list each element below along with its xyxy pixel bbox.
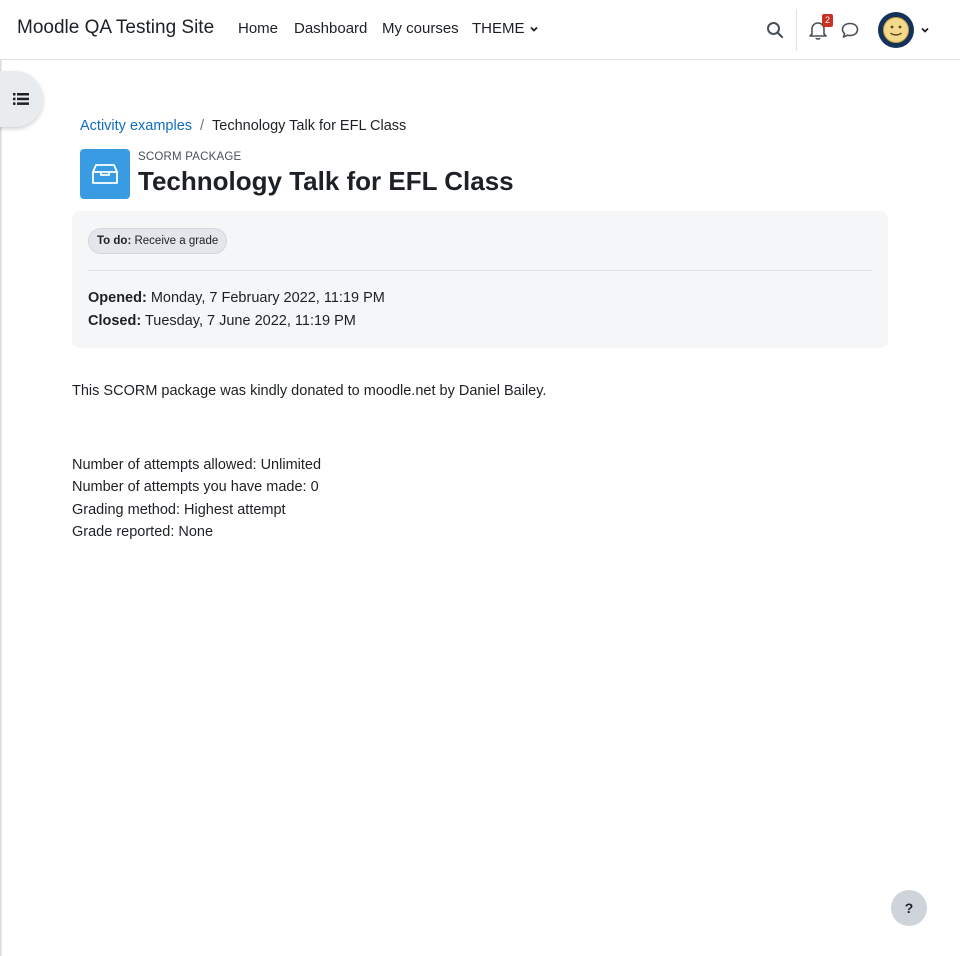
help-button[interactable]: ?: [891, 890, 927, 926]
grading-method: Grading method: Highest attempt: [72, 501, 286, 518]
activity-type-label: SCORM PACKAGE: [138, 151, 242, 163]
notification-count-badge: 2: [822, 14, 833, 27]
top-navbar: Moodle QA Testing Site Home Dashboard My…: [0, 0, 960, 60]
nav-dashboard[interactable]: Dashboard: [294, 20, 367, 37]
site-name[interactable]: Moodle QA Testing Site: [17, 17, 214, 39]
closed-date: Closed: Tuesday, 7 June 2022, 11:19 PM: [88, 313, 356, 329]
chat-bubble-icon[interactable]: [839, 19, 861, 41]
completion-status-badge: To do: Receive a grade: [88, 228, 228, 254]
user-avatar[interactable]: [878, 12, 914, 48]
theme-menu-label: THEME: [472, 20, 525, 37]
box-icon: [92, 164, 118, 184]
chevron-down-icon[interactable]: [919, 24, 931, 36]
left-edge-shadow: [0, 0, 2, 956]
grade-reported: Grade reported: None: [72, 523, 214, 540]
scorm-attempt-info: Number of attempts allowed: Unlimited Nu…: [72, 454, 321, 543]
opened-label: Opened:: [88, 290, 147, 306]
scorm-package-icon: [80, 149, 130, 199]
breadcrumb: Activity examples / Technology Talk for …: [80, 118, 406, 134]
smiley-face-icon: [883, 17, 909, 43]
list-icon: [12, 93, 29, 105]
closed-value: Tuesday, 7 June 2022, 11:19 PM: [144, 313, 356, 329]
todo-value: Receive a grade: [134, 235, 219, 247]
activity-description: This SCORM package was kindly donated to…: [72, 383, 547, 399]
attempts-made: Number of attempts you have made: 0: [72, 479, 319, 496]
breadcrumb-separator: /: [200, 118, 205, 134]
chevron-down-icon: [529, 26, 538, 32]
panel-divider: [88, 270, 872, 271]
nav-home[interactable]: Home: [238, 20, 278, 37]
nav-my-courses[interactable]: My courses: [382, 20, 459, 37]
closed-label: Closed:: [88, 313, 142, 329]
page-title: Technology Talk for EFL Class: [138, 166, 514, 196]
opened-value: Monday, 7 February 2022, 11:19 PM: [150, 290, 385, 306]
attempts-allowed: Number of attempts allowed: Unlimited: [72, 457, 322, 473]
breadcrumb-link-activity-examples[interactable]: Activity examples: [80, 118, 192, 134]
breadcrumb-current: Technology Talk for EFL Class: [212, 118, 407, 134]
activity-dates-panel: To do: Receive a grade Opened: Monday, 7…: [72, 211, 888, 348]
course-index-drawer-toggle[interactable]: [0, 71, 43, 127]
nav-theme-menu[interactable]: THEME: [472, 20, 539, 37]
navbar-divider: [796, 9, 797, 51]
search-icon[interactable]: [764, 19, 786, 41]
todo-label: To do:: [97, 235, 132, 247]
opened-date: Opened: Monday, 7 February 2022, 11:19 P…: [88, 290, 385, 306]
